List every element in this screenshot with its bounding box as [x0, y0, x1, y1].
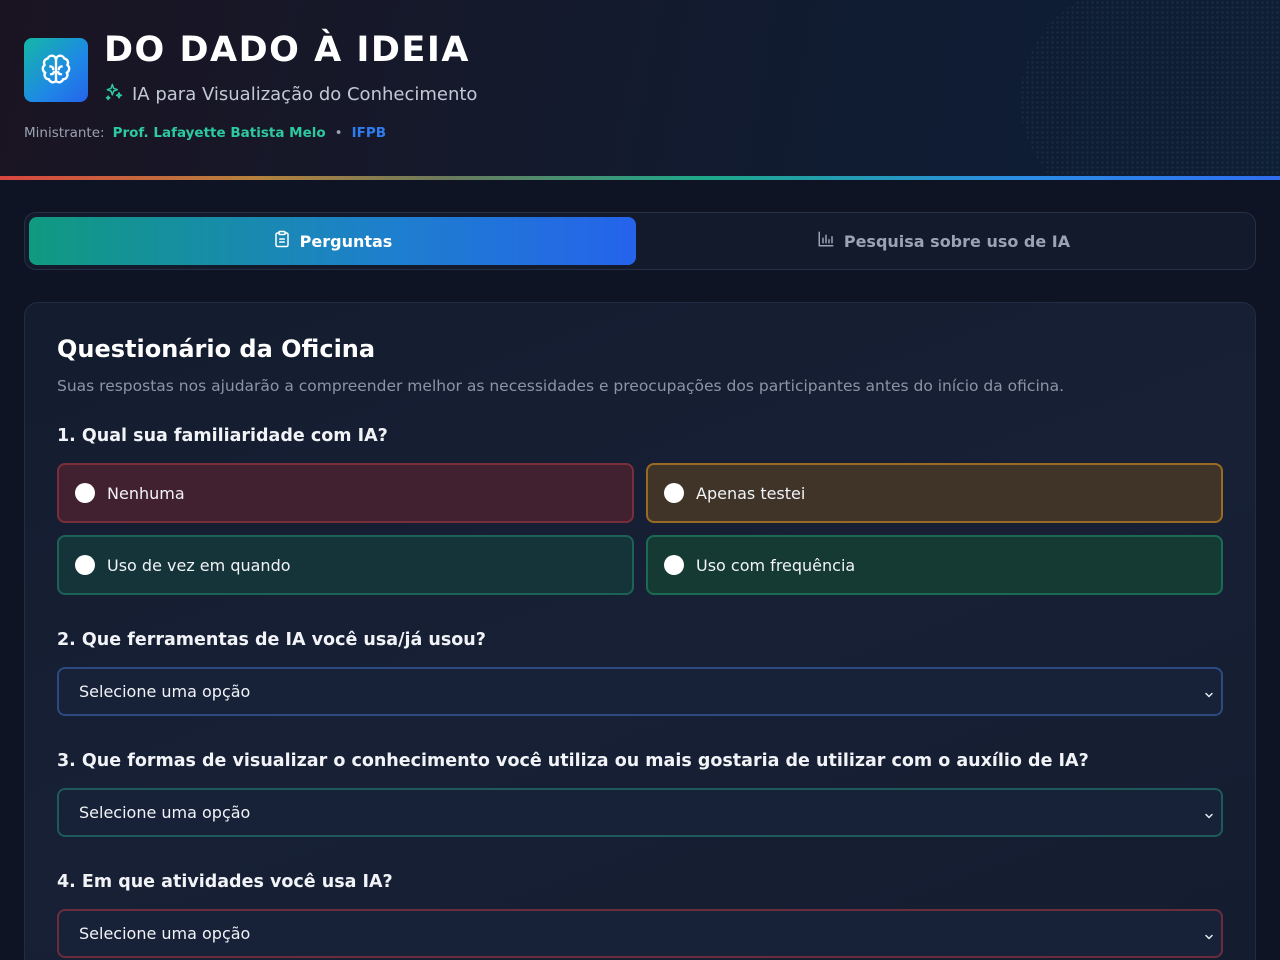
question-2-select[interactable]: Selecione uma opção — [57, 667, 1223, 716]
option-uso-de-vez-em-quando[interactable]: Uso de vez em quando — [57, 535, 634, 595]
option-label: Uso com frequência — [696, 555, 856, 575]
option-label: Uso de vez em quando — [107, 555, 291, 575]
radio-button[interactable] — [664, 555, 684, 575]
option-label: Apenas testei — [696, 483, 806, 503]
brain-icon — [24, 38, 88, 102]
select-value: Selecione uma opção — [79, 682, 251, 701]
select-value: Selecione uma opção — [79, 924, 251, 943]
institution-name: IFPB — [351, 125, 387, 141]
chevron-down-icon — [1203, 928, 1215, 947]
question-3-label: 3. Que formas de visualizar o conhecimen… — [57, 751, 1089, 771]
radio-button[interactable] — [75, 555, 95, 575]
header: DO DADO À IDEIA IA para Visualização do … — [0, 0, 1280, 176]
questionnaire-description: Suas respostas nos ajudarão a compreende… — [57, 377, 1065, 395]
tab-bar: Perguntas Pesquisa sobre uso de IA — [24, 212, 1256, 270]
tab-pesquisa[interactable]: Pesquisa sobre uso de IA — [640, 217, 1247, 265]
question-2-label: 2. Que ferramentas de IA você usa/já uso… — [57, 630, 486, 650]
chevron-down-icon — [1203, 686, 1215, 705]
header-dot-pattern — [1020, 0, 1280, 176]
bar-chart-icon — [817, 230, 844, 252]
questionnaire-card: Questionário da Oficina Suas respostas n… — [24, 302, 1256, 960]
option-nenhuma[interactable]: Nenhuma — [57, 463, 634, 523]
tab-perguntas-label: Perguntas — [299, 231, 393, 251]
chevron-down-icon — [1203, 807, 1215, 826]
option-uso-com-frequencia[interactable]: Uso com frequência — [646, 535, 1223, 595]
option-apenas-testei[interactable]: Apenas testei — [646, 463, 1223, 523]
question-4-label: 4. Em que atividades você usa IA? — [57, 872, 393, 892]
subtitle-row: IA para Visualização do Conhecimento — [104, 82, 477, 106]
clipboard-icon — [273, 230, 300, 252]
credits-label: Ministrante: — [24, 125, 105, 141]
header-gradient-divider — [0, 176, 1280, 180]
question-3-select[interactable]: Selecione uma opção — [57, 788, 1223, 837]
tab-perguntas[interactable]: Perguntas — [29, 217, 636, 265]
sparkles-icon — [104, 82, 124, 106]
questionnaire-title: Questionário da Oficina — [57, 335, 376, 363]
question-1-label: 1. Qual sua familiaridade com IA? — [57, 426, 388, 446]
app-subtitle: IA para Visualização do Conhecimento — [132, 83, 478, 105]
app-title: DO DADO À IDEIA — [104, 30, 470, 70]
tab-pesquisa-label: Pesquisa sobre uso de IA — [843, 231, 1071, 251]
credits: Ministrante: Prof. Lafayette Batista Mel… — [24, 125, 386, 141]
question-4-select[interactable]: Selecione uma opção — [57, 909, 1223, 958]
instructor-name: Prof. Lafayette Batista Melo — [112, 125, 326, 141]
select-value: Selecione uma opção — [79, 803, 251, 822]
option-label: Nenhuma — [107, 483, 185, 503]
radio-button[interactable] — [664, 483, 684, 503]
credits-separator: • — [334, 125, 343, 141]
radio-button[interactable] — [75, 483, 95, 503]
